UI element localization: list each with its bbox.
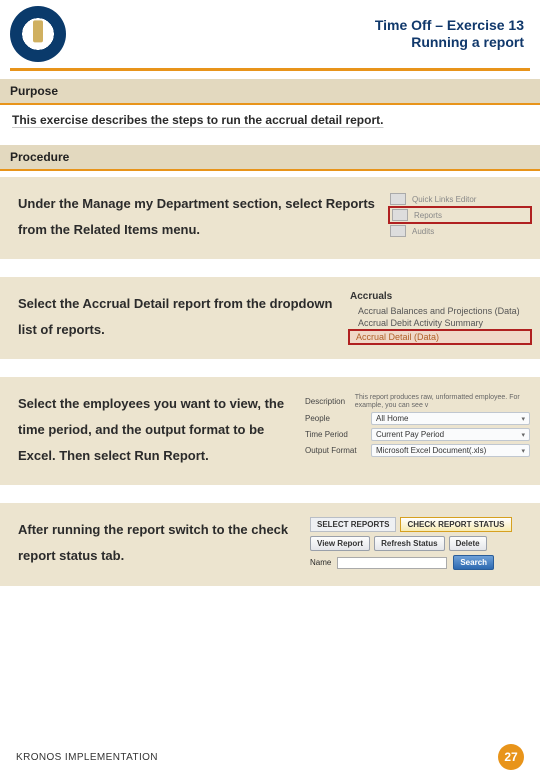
refresh-status-button[interactable]: Refresh Status [374, 536, 444, 551]
step-4-text: After running the report switch to the c… [18, 517, 300, 569]
fig3-people-value: All Home [376, 414, 408, 423]
fig4-search-row: Name Search [310, 555, 530, 570]
search-button[interactable]: Search [453, 555, 494, 570]
fig3-people-select[interactable]: All Home ▾ [371, 412, 530, 425]
delete-button[interactable]: Delete [449, 536, 487, 551]
tab-select-reports[interactable]: SELECT REPORTS [310, 517, 396, 532]
fig4-tabs: SELECT REPORTS CHECK REPORT STATUS [310, 517, 530, 532]
chevron-down-icon: ▾ [521, 447, 525, 455]
fig3-fmt-row: Output Format Microsoft Excel Document(.… [305, 444, 530, 457]
step-4-figure: SELECT REPORTS CHECK REPORT STATUS View … [310, 517, 530, 570]
fig1-row-1: Quick Links Editor [390, 191, 530, 207]
step-1-text: Under the Manage my Department section, … [18, 191, 380, 243]
fig3-tp-label: Time Period [305, 430, 365, 439]
fig3-desc-value: This report produces raw, unformatted em… [355, 394, 530, 409]
step-3-text: Select the employees you want to view, t… [18, 391, 295, 469]
fig3-tp-select[interactable]: Current Pay Period ▾ [371, 428, 530, 441]
step-1-text-b: from the Related Items menu. [18, 222, 200, 237]
title-line-2: Running a report [66, 34, 524, 52]
step-1-figure: Quick Links Editor Reports Audits [390, 191, 530, 239]
fig4-name-label: Name [310, 558, 331, 567]
purpose-text: This exercise describes the steps to run… [12, 113, 383, 127]
footer-text: KRONOS IMPLEMENTATION [16, 752, 158, 763]
step-1-text-a: Under the Manage my Department section, … [18, 196, 326, 211]
fig3-people-label: People [305, 414, 365, 423]
fig1-row-3: Audits [390, 223, 530, 239]
header: Time Off – Exercise 13 Running a report [0, 0, 540, 66]
step-3-text-b: . [205, 448, 209, 463]
purpose-text-block: This exercise describes the steps to run… [0, 105, 540, 145]
header-rule [10, 68, 530, 71]
page-number-badge: 27 [498, 744, 524, 770]
fig3-tp-value: Current Pay Period [376, 430, 444, 439]
fig1-label-1: Quick Links Editor [412, 195, 476, 204]
fig1-row-2-highlight: Reports [390, 208, 530, 222]
step-2: Select the Accrual Detail report from th… [0, 277, 540, 359]
chevron-down-icon: ▾ [521, 415, 525, 423]
state-seal-logo [10, 6, 66, 62]
fig2-item-2: Accrual Debit Activity Summary [350, 317, 530, 329]
step-3-figure: Description This report produces raw, un… [305, 391, 530, 460]
fig3-fmt-value: Microsoft Excel Document(.xls) [376, 446, 486, 455]
menu-icon [390, 193, 406, 205]
step-3-bold: Run Report [134, 448, 205, 463]
step-2-text: Select the Accrual Detail report from th… [18, 291, 340, 343]
fig3-desc-label: Description [305, 397, 349, 406]
chevron-down-icon: ▾ [521, 431, 525, 439]
step-4: After running the report switch to the c… [0, 503, 540, 586]
fig2-item-1: Accrual Balances and Projections (Data) [350, 305, 530, 317]
footer: KRONOS IMPLEMENTATION 27 [0, 744, 540, 770]
fig2-item-3-highlight: Accrual Detail (Data) [350, 331, 530, 343]
menu-icon [392, 209, 408, 221]
fig4-buttons: View Report Refresh Status Delete [310, 536, 530, 551]
fig1-label-3: Audits [412, 227, 434, 236]
step-3: Select the employees you want to view, t… [0, 377, 540, 485]
fig1-label-2: Reports [414, 211, 442, 220]
fig3-people-row: People All Home ▾ [305, 412, 530, 425]
view-report-button[interactable]: View Report [310, 536, 370, 551]
procedure-heading: Procedure [0, 145, 540, 171]
menu-icon [390, 225, 406, 237]
title-line-1: Time Off – Exercise 13 [66, 17, 524, 35]
doc-title: Time Off – Exercise 13 Running a report [66, 17, 526, 52]
fig4-name-input[interactable] [337, 557, 447, 569]
step-2-figure: Accruals Accrual Balances and Projection… [350, 291, 530, 343]
tab-check-report-status[interactable]: CHECK REPORT STATUS [400, 517, 511, 532]
step-1: Under the Manage my Department section, … [0, 177, 540, 259]
fig3-fmt-select[interactable]: Microsoft Excel Document(.xls) ▾ [371, 444, 530, 457]
fig2-title: Accruals [350, 291, 530, 302]
fig3-desc-row: Description This report produces raw, un… [305, 394, 530, 409]
purpose-heading: Purpose [0, 79, 540, 105]
fig3-fmt-label: Output Format [305, 446, 365, 455]
step-1-bold: Reports [326, 196, 375, 211]
fig3-tp-row: Time Period Current Pay Period ▾ [305, 428, 530, 441]
